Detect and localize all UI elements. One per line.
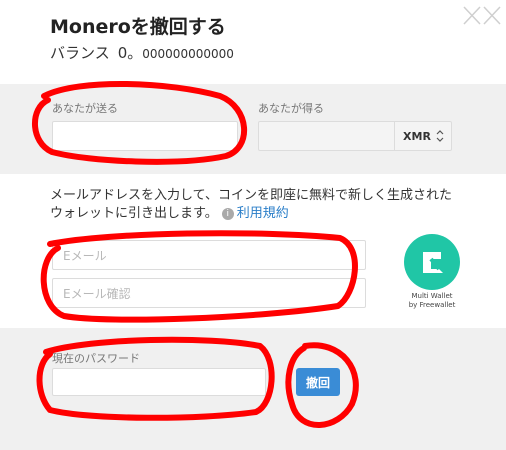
currency-select[interactable]: XMR (394, 122, 452, 150)
balance-int: 0 (117, 44, 128, 62)
balance-dec: 000000000000 (142, 47, 234, 61)
withdraw-button[interactable]: 撤回 (296, 368, 340, 396)
balance-label: バランス (50, 44, 110, 62)
receive-label: あなたが得る (258, 102, 324, 115)
info-icon: i (221, 207, 234, 220)
logo-line1: Multi Wallet (411, 292, 453, 300)
password-label: 現在のパスワード (52, 352, 140, 365)
terms-link[interactable]: 利用規約 (237, 206, 289, 221)
send-label: あなたが送る (52, 102, 118, 115)
email-confirm-input[interactable]: Eメール確認 (52, 278, 366, 308)
send-amount-input[interactable] (52, 121, 238, 151)
wallet-note: メールアドレスを入力して、コインを即座に無料で新しく生成されたウォレットに引き出… (50, 187, 455, 223)
close-icon[interactable] (462, 4, 502, 28)
email-input[interactable]: Eメール (52, 240, 366, 270)
freewallet-logo-text: Multi Wallet by Freewallet (392, 292, 472, 310)
logo-line2: by Freewallet (408, 301, 456, 309)
freewallet-logo-icon[interactable] (404, 234, 460, 290)
balance-display: バランス 0。000000000000 (50, 42, 234, 63)
freewallet-logo-shape (423, 252, 443, 273)
balance-sep: 。 (127, 44, 143, 62)
password-input[interactable] (52, 368, 266, 396)
currency-label: XMR (403, 129, 431, 143)
dialog-title: Moneroを撤回する (50, 16, 226, 38)
sort-arrows-icon (436, 130, 444, 142)
